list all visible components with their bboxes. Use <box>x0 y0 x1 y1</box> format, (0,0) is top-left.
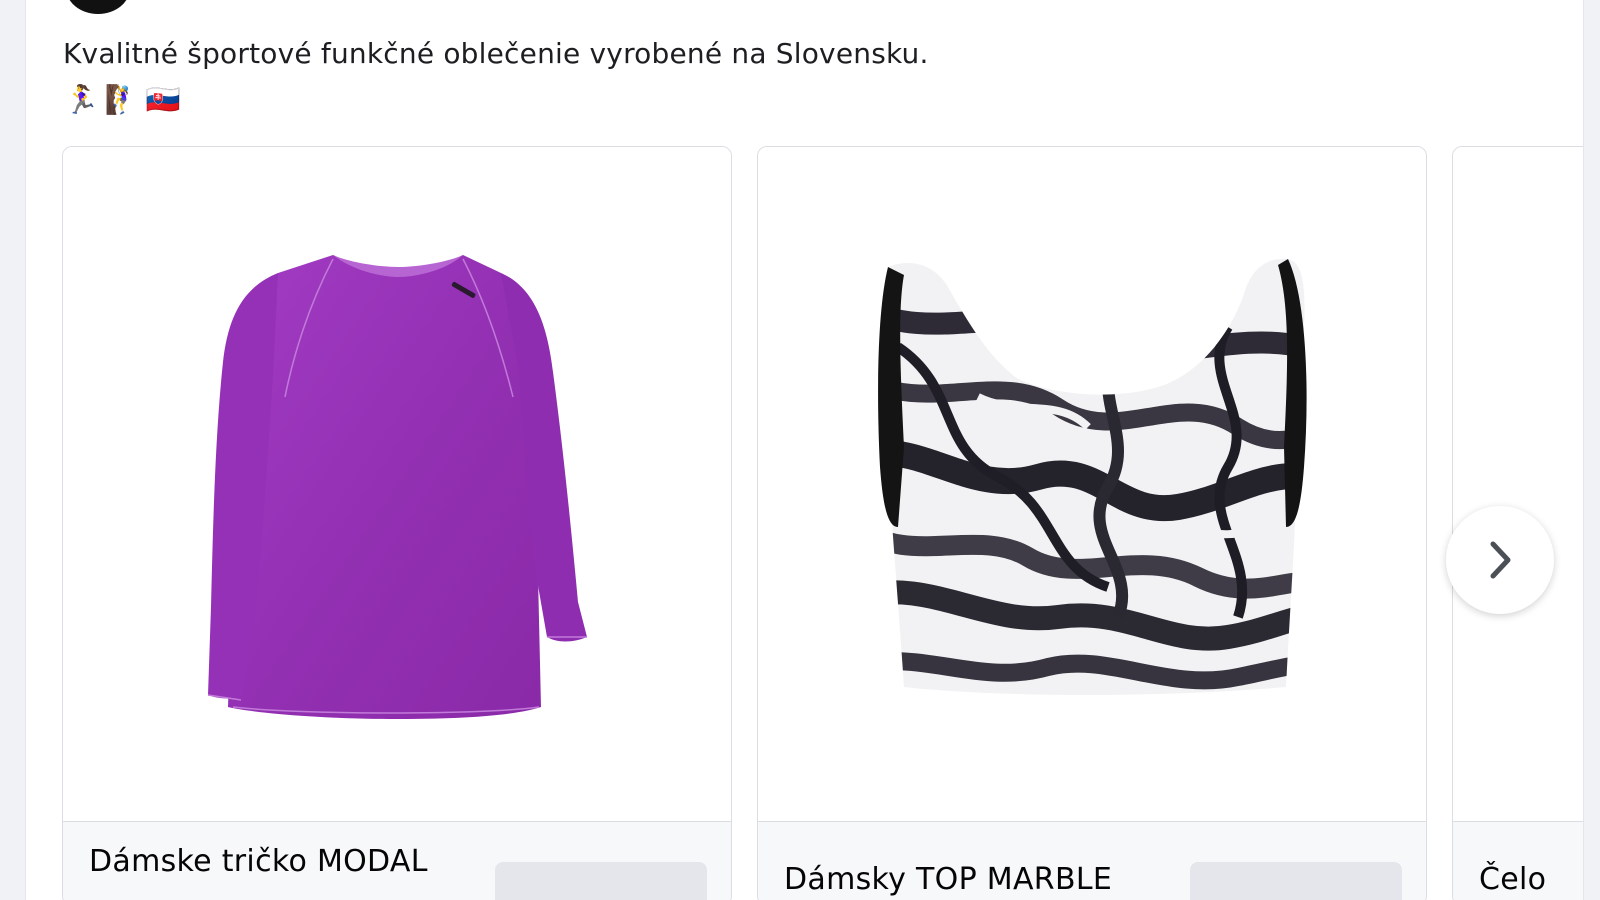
post-text: Kvalitné športové funkčné oblečenie vyro… <box>63 37 929 70</box>
emoji-row: 🏃‍♀️ 🧗‍♀️ 🇸🇰 <box>64 83 181 117</box>
carousel-card[interactable]: Dámsky TOP MARBLE <box>757 146 1427 900</box>
page-avatar[interactable] <box>66 0 130 14</box>
running-woman-emoji: 🏃‍♀️ <box>64 83 99 116</box>
marble-top-image <box>878 258 1307 695</box>
ad-post: Kvalitné športové funkčné oblečenie vyro… <box>25 0 1584 900</box>
product-title[interactable]: Čelo <box>1479 862 1546 897</box>
product-image[interactable] <box>1453 147 1583 821</box>
card-footer: Dámske tričko MODAL <box>63 821 731 900</box>
purple-shirt-image <box>207 255 587 719</box>
shop-now-button[interactable] <box>1190 862 1402 900</box>
shop-now-button[interactable] <box>495 862 707 900</box>
card-footer: Dámsky TOP MARBLE <box>758 821 1426 900</box>
chevron-right-icon <box>1490 541 1511 579</box>
slovakia-flag-emoji: 🇸🇰 <box>145 83 181 116</box>
carousel-next-button[interactable] <box>1446 506 1554 614</box>
climbing-woman-emoji: 🧗‍♀️ <box>104 83 140 116</box>
product-image-purple-shirt[interactable] <box>63 147 731 821</box>
product-title[interactable]: Dámsky TOP MARBLE <box>784 862 1112 897</box>
author-name[interactable] <box>154 0 374 4</box>
carousel-card[interactable]: Dámske tričko MODAL <box>62 146 732 900</box>
product-title[interactable]: Dámske tričko MODAL <box>89 844 428 879</box>
product-image-marble-top[interactable] <box>758 147 1426 821</box>
card-footer: Čelo <box>1453 821 1583 900</box>
product-carousel: Dámske tričko MODAL Dámsky TOP MARBLE Če… <box>62 146 1583 900</box>
